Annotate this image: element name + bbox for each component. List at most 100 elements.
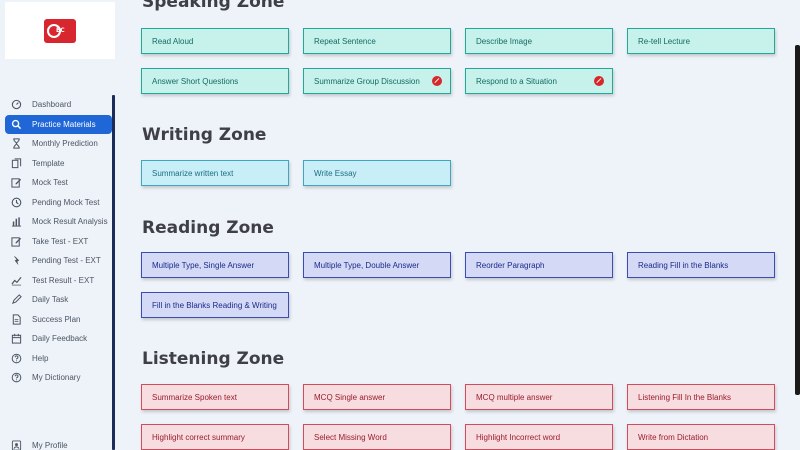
tile-label: Listening Fill In the Blanks [638, 392, 731, 402]
tile-multiple-type-single-answer[interactable]: Multiple Type, Single Answer [141, 252, 289, 278]
tile-summarize-spoken-text[interactable]: Summarize Spoken text [141, 384, 289, 410]
tile-label: Multiple Type, Single Answer [152, 260, 255, 270]
tile-label: Highlight correct summary [152, 432, 245, 442]
sidebar-item-test-result-ext[interactable]: Test Result - EXT [5, 271, 112, 291]
tile-select-missing-word[interactable]: Select Missing Word [303, 424, 451, 450]
edit-icon [11, 177, 22, 188]
tile-highlight-incorrect-word[interactable]: Highlight Incorrect word [465, 424, 613, 450]
main-content: Speaking Zone Read Aloud Repeat Sentence De… [119, 0, 795, 450]
tile-answer-short-questions[interactable]: Answer Short Questions [141, 68, 289, 94]
sidebar-nav: Dashboard Practice Materials Monthly Predi… [5, 95, 112, 388]
sidebar-item-label: Help [32, 353, 49, 363]
tile-label: Read Aloud [152, 36, 194, 46]
tile-label: Fill in the Blanks Reading & Writing [152, 300, 277, 310]
tile-write-essay[interactable]: Write Essay [303, 160, 451, 186]
tile-respond-to-a-situation[interactable]: Respond to a Situation [465, 68, 613, 94]
tile-label: Write Essay [314, 168, 357, 178]
tile-re-tell-lecture[interactable]: Re-tell Lecture [627, 28, 775, 54]
sidebar-item-pending-test-ext[interactable]: Pending Test - EXT [5, 251, 112, 271]
sidebar-item-mock-test[interactable]: Mock Test [5, 173, 112, 193]
tile-label: Select Missing Word [314, 432, 387, 442]
tile-listening-fill-in-the-blanks[interactable]: Listening Fill In the Blanks [627, 384, 775, 410]
logo-box[interactable]: EC [5, 2, 115, 59]
document-icon [11, 314, 22, 325]
tile-label: Highlight Incorrect word [476, 432, 561, 442]
tile-mcq-single-answer[interactable]: MCQ Single answer [303, 384, 451, 410]
sidebar-item-practice-materials[interactable]: Practice Materials [5, 114, 112, 134]
tile-describe-image[interactable]: Describe Image [465, 28, 613, 54]
sidebar: EC Dashboard Practice Materials Monthly Pr… [0, 0, 119, 450]
search-icon [11, 119, 22, 130]
sidebar-item-pending-mock-test[interactable]: Pending Mock Test [5, 193, 112, 213]
tile-fill-in-the-blanks-reading-writing[interactable]: Fill in the Blanks Reading & Writing [141, 292, 289, 318]
sidebar-item-my-dictionary[interactable]: My Dictionary [5, 368, 112, 388]
calendar-icon [11, 333, 22, 344]
page-scrollbar[interactable] [795, 45, 800, 395]
restricted-icon [432, 76, 442, 86]
sidebar-item-label: Success Plan [32, 314, 81, 324]
sidebar-item-mock-result-analysis[interactable]: Mock Result Analysis [5, 212, 112, 232]
dashboard-icon [11, 99, 22, 110]
tile-read-aloud[interactable]: Read Aloud [141, 28, 289, 54]
sidebar-item-label: Test Result - EXT [32, 275, 95, 285]
sidebar-item-label: Daily Feedback [32, 334, 88, 344]
tile-reading-fill-in-the-blanks[interactable]: Reading Fill in the Blanks [627, 252, 775, 278]
sidebar-item-label: Daily Task [32, 295, 69, 305]
tile-multiple-type-double-answer[interactable]: Multiple Type, Double Answer [303, 252, 451, 278]
documents-icon [11, 158, 22, 169]
sidebar-item-my-profile[interactable]: My Profile [11, 440, 68, 450]
tile-reorder-paragraph[interactable]: Reorder Paragraph [465, 252, 613, 278]
sidebar-item-take-test-ext[interactable]: Take Test - EXT [5, 232, 112, 252]
listen-zone-title: Listening Zone [142, 349, 285, 369]
sidebar-scroll-indicator [112, 95, 115, 450]
tile-label: Describe Image [476, 36, 533, 46]
sidebar-item-monthly-prediction[interactable]: Monthly Prediction [5, 134, 112, 154]
edit-icon [11, 236, 22, 247]
sidebar-item-daily-feedback[interactable]: Daily Feedback [5, 329, 112, 349]
tile-label: Re-tell Lecture [638, 36, 691, 46]
sidebar-item-help[interactable]: Help [5, 349, 112, 369]
help-icon [11, 353, 22, 364]
tile-repeat-sentence[interactable]: Repeat Sentence [303, 28, 451, 54]
sidebar-item-label: Pending Mock Test [32, 197, 100, 207]
tile-label: Repeat Sentence [314, 36, 376, 46]
brand-logo: EC [44, 18, 76, 43]
sidebar-item-daily-task[interactable]: Daily Task [5, 290, 112, 310]
tile-label: Summarize Spoken text [152, 392, 237, 402]
sidebar-item-success-plan[interactable]: Success Plan [5, 310, 112, 330]
tile-mcq-multiple-answer[interactable]: MCQ multiple answer [465, 384, 613, 410]
pen-icon [11, 294, 22, 305]
tile-label: Summarize Group Discussion [314, 76, 420, 86]
tile-label: Answer Short Questions [152, 76, 239, 86]
tile-summarize-written-text[interactable]: Summarize written text [141, 160, 289, 186]
help-icon [11, 372, 22, 383]
tile-label: Write from Dictation [638, 432, 709, 442]
tile-label: MCQ Single answer [314, 392, 386, 402]
profile-label: My Profile [32, 441, 68, 450]
tile-write-from-dictation[interactable]: Write from Dictation [627, 424, 775, 450]
sidebar-item-label: Pending Test - EXT [32, 256, 101, 266]
clock-icon [11, 197, 22, 208]
sidebar-item-label: Take Test - EXT [32, 236, 89, 246]
sidebar-item-dashboard[interactable]: Dashboard [5, 95, 112, 115]
read-zone-title: Reading Zone [142, 218, 274, 238]
tile-label: Multiple Type, Double Answer [314, 260, 420, 270]
line-chart-icon [11, 275, 22, 286]
user-icon [11, 440, 22, 450]
speak-zone-title: Speaking Zone [142, 0, 285, 12]
tile-highlight-correct-summary[interactable]: Highlight correct summary [141, 424, 289, 450]
tile-label: MCQ multiple answer [476, 392, 553, 402]
tile-label: Respond to a Situation [476, 76, 557, 86]
pending-icon [11, 255, 22, 266]
sidebar-item-label: Monthly Prediction [32, 139, 98, 149]
sidebar-item-label: My Dictionary [32, 373, 81, 383]
write-zone-title: Writing Zone [142, 125, 267, 145]
sidebar-item-label: Mock Result Analysis [32, 217, 108, 227]
sidebar-item-template[interactable]: Template [5, 154, 112, 174]
hourglass-icon [11, 138, 22, 149]
tile-label: Summarize written text [152, 168, 234, 178]
sidebar-item-label: Dashboard [32, 100, 72, 110]
tile-summarize-group-discussion[interactable]: Summarize Group Discussion [303, 68, 451, 94]
tile-label: Reading Fill in the Blanks [638, 260, 729, 270]
sidebar-item-label: Template [32, 158, 65, 168]
